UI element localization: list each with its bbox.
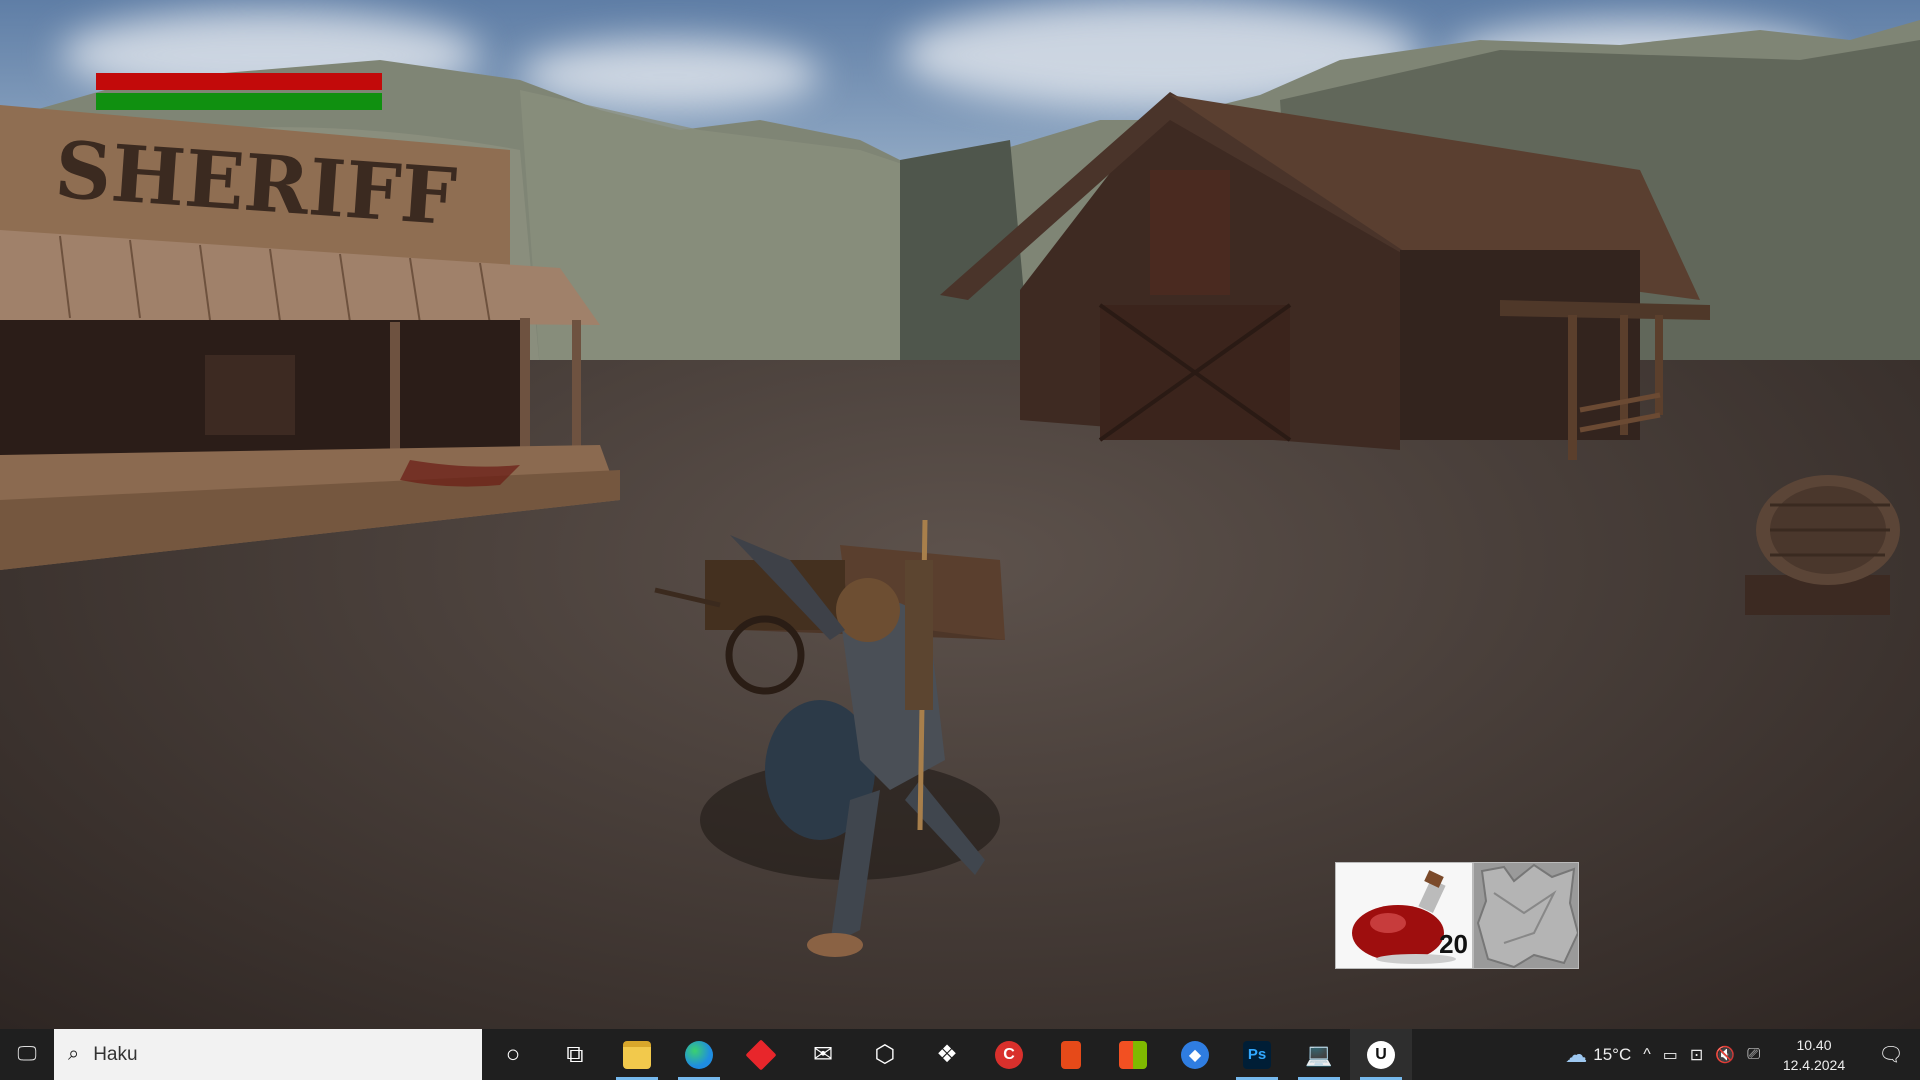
chevron-up-icon: ^: [1643, 1045, 1651, 1063]
taskbar-photoshop[interactable]: Ps: [1226, 1029, 1288, 1080]
device-icon: ⎚: [1747, 1045, 1760, 1063]
western-town-scene: SHERIFF: [0, 92, 1900, 957]
barrel: [1745, 475, 1900, 615]
empty-slot-icon: [1476, 863, 1578, 968]
network-tray-button[interactable]: ⊡: [1684, 1029, 1709, 1080]
clock-time: 10.40: [1796, 1036, 1832, 1053]
battery-tray-button[interactable]: ▭: [1657, 1029, 1684, 1080]
taskbar-search-input[interactable]: [91, 1042, 436, 1067]
dropbox-icon: ❖: [936, 1040, 958, 1068]
red-diamond-app-icon: [745, 1038, 777, 1071]
office-icon: [1061, 1040, 1081, 1069]
taskbar-dropbox[interactable]: ❖: [916, 1029, 978, 1080]
cortana-icon: ○: [505, 1040, 521, 1068]
search-icon: ⌕: [68, 1043, 80, 1065]
cloudy-weather-icon: ☁: [1565, 1041, 1588, 1067]
barn: [940, 92, 1710, 460]
hotbar-slot-potion[interactable]: 20: [1335, 862, 1473, 969]
system-tray: ☁ 15°C ^ ▭ ⊡ 🔇 ⎚ 10.40 12.4.2024 🗨: [1559, 1029, 1920, 1080]
health-bar: [96, 73, 382, 90]
health-bar-fill: [96, 73, 382, 90]
battery-icon: ▭: [1662, 1046, 1678, 1064]
taskbar-red-diamond-app[interactable]: [730, 1029, 792, 1080]
taskbar-office[interactable]: [1040, 1029, 1102, 1080]
sheriff-office: SHERIFF: [0, 105, 620, 570]
taskbar-file-explorer[interactable]: [606, 1029, 668, 1080]
action-center-button[interactable]: 🗨: [1862, 1029, 1920, 1080]
hotbar-slot-empty[interactable]: [1473, 862, 1579, 969]
taskbar-unreal-engine[interactable]: U: [1350, 1029, 1412, 1080]
clock-date: 12.4.2024: [1782, 1056, 1846, 1073]
taskbar-search-box[interactable]: ⌕: [54, 1029, 482, 1080]
ccleaner-icon: C: [995, 1040, 1023, 1069]
taskbar-store[interactable]: [1102, 1029, 1164, 1080]
weather-widget[interactable]: ☁ 15°C: [1559, 1029, 1637, 1080]
weather-temperature: 15°C: [1593, 1044, 1632, 1064]
network-icon: ⊡: [1689, 1046, 1704, 1064]
task-view-button[interactable]: ⧉: [544, 1029, 606, 1080]
task-view-icon: ⧉: [566, 1040, 584, 1068]
unreal-engine-icon: U: [1367, 1040, 1395, 1069]
volume-tray-button[interactable]: 🔇: [1709, 1029, 1741, 1080]
stamina-bar: [96, 93, 382, 110]
mail-icon: ✉: [812, 1040, 834, 1068]
taskbar-edge[interactable]: [668, 1029, 730, 1080]
game-viewport[interactable]: SHERIFF 20: [0, 0, 1920, 1029]
player-status-bars: [96, 73, 382, 113]
volume-muted-icon: 🔇: [1715, 1046, 1736, 1064]
taskbar-steam-like-app[interactable]: ⬡: [854, 1029, 916, 1080]
file-explorer-icon: [623, 1040, 651, 1069]
stamina-bar-fill: [96, 93, 382, 110]
taskbar-mail[interactable]: ✉: [792, 1029, 854, 1080]
edge-icon: [685, 1040, 713, 1069]
show-hidden-icons-button[interactable]: ^: [1637, 1029, 1657, 1080]
photoshop-icon: Ps: [1243, 1040, 1271, 1069]
blue-shield-app-icon: ◆: [1181, 1040, 1209, 1069]
cortana-button[interactable]: ○: [482, 1029, 544, 1080]
windows-taskbar: 🖵 ⌕ ○ ⧉ ✉ ⬡ ❖ C ◆ Ps 💻 U: [0, 1029, 1920, 1080]
steam-like-app-icon: ⬡: [874, 1040, 896, 1068]
show-desktop-button[interactable]: 🖵: [0, 1029, 54, 1080]
potion-count: 20: [1439, 929, 1468, 959]
device-tray-button[interactable]: ⎚: [1741, 1029, 1766, 1080]
store-icon: [1119, 1040, 1147, 1069]
taskbar-laptop-app[interactable]: 💻: [1288, 1029, 1350, 1080]
taskbar-blue-shield-app[interactable]: ◆: [1164, 1029, 1226, 1080]
item-hotbar: 20: [1335, 862, 1579, 969]
system-clock[interactable]: 10.40 12.4.2024: [1766, 1029, 1862, 1080]
laptop-app-icon: 💻: [1305, 1041, 1333, 1067]
notification-icon: 🗨: [1878, 1044, 1904, 1066]
taskbar-ccleaner[interactable]: C: [978, 1029, 1040, 1080]
desktop-monitor-icon: 🖵: [17, 1043, 37, 1065]
